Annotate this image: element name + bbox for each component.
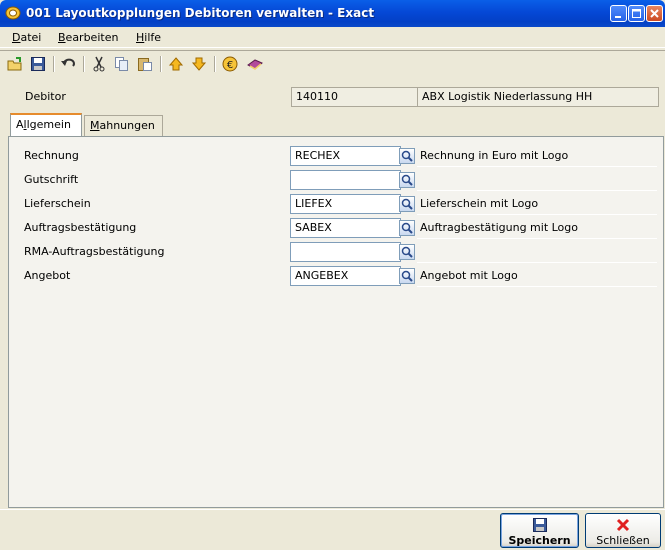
- maximize-icon: [632, 9, 641, 18]
- row-label-lieferschein: Lieferschein: [24, 197, 91, 210]
- tab-allgemein[interactable]: Allgemein: [10, 113, 82, 136]
- euro-icon: €: [222, 56, 238, 72]
- row-divider: [417, 214, 657, 215]
- close-icon: [650, 9, 659, 18]
- save-button-label: Speichern: [508, 534, 571, 547]
- close-window-button[interactable]: [646, 5, 663, 22]
- angebot-input[interactable]: ANGEBEX: [290, 266, 401, 286]
- tab-mahnungen[interactable]: Mahnungen: [84, 115, 163, 136]
- title-bar[interactable]: 001 Layoutkopplungen Debitoren verwalten…: [0, 0, 665, 27]
- minimize-button[interactable]: [610, 5, 627, 22]
- book-icon: [247, 59, 263, 70]
- row-label-angebot: Angebot: [24, 269, 71, 282]
- svg-text:€: €: [227, 60, 233, 71]
- menu-label: earbeiten: [65, 31, 119, 44]
- menu-bearbeiten[interactable]: Bearbeiten: [58, 31, 118, 44]
- debitor-label: Debitor: [25, 90, 66, 103]
- undo-button[interactable]: [58, 54, 78, 74]
- toolbar-separator: [53, 56, 55, 72]
- close-button-label: Schließen: [596, 534, 650, 547]
- debitor-panel: Debitor 140110 ABX Logistik Niederlassun…: [5, 81, 660, 112]
- save-disk-icon: [532, 518, 547, 532]
- menu-bar: Datei Bearbeiten Hilfe: [0, 27, 665, 48]
- auftragsbestaetigung-description: Auftragbestätigung mit Logo: [420, 221, 579, 234]
- cut-icon: [93, 56, 105, 72]
- save-disk-icon: [31, 57, 45, 71]
- row-divider: [417, 286, 657, 287]
- currency-button[interactable]: €: [220, 54, 240, 74]
- menu-label: atei: [20, 31, 42, 44]
- lookup-icon: [401, 270, 413, 282]
- lookup-icon: [401, 150, 413, 162]
- open-button[interactable]: [5, 54, 25, 74]
- row-label-gutschrift: Gutschrift: [24, 173, 79, 186]
- paste-button[interactable]: [135, 54, 155, 74]
- rechnung-input[interactable]: RECHEX: [290, 146, 401, 166]
- menu-accel: B: [58, 31, 66, 44]
- row-label-auftragsbestaetigung: Auftragsbestätigung: [24, 221, 137, 234]
- window-title: 001 Layoutkopplungen Debitoren verwalten…: [26, 6, 375, 20]
- debitor-name-field: ABX Logistik Niederlassung HH: [418, 87, 659, 107]
- close-button[interactable]: Schließen: [585, 513, 661, 548]
- rechnung-lookup-button[interactable]: [399, 148, 415, 164]
- copy-button[interactable]: [112, 54, 132, 74]
- menu-label: ilfe: [144, 31, 162, 44]
- toolbar: €: [0, 50, 665, 77]
- debitor-code-field: 140110: [291, 87, 418, 107]
- rma-auftragsbestaetigung-input[interactable]: [290, 242, 401, 262]
- maximize-button[interactable]: [628, 5, 645, 22]
- move-down-button[interactable]: [189, 54, 209, 74]
- save-toolbar-button[interactable]: [28, 54, 48, 74]
- tab-label-part: A: [16, 118, 24, 131]
- toolbar-separator: [160, 56, 162, 72]
- tab-label-part: lgemein: [26, 118, 71, 131]
- row-divider: [417, 238, 657, 239]
- rechnung-description: Rechnung in Euro mit Logo: [420, 149, 569, 162]
- toolbar-separator: [214, 56, 216, 72]
- lookup-icon: [401, 246, 413, 258]
- gutschrift-input[interactable]: [290, 170, 401, 190]
- arrow-down-icon: [191, 57, 207, 71]
- rma-auftragsbestaetigung-lookup-button[interactable]: [399, 244, 415, 260]
- arrow-up-icon: [168, 57, 184, 71]
- save-button[interactable]: Speichern: [500, 513, 579, 548]
- lieferschein-lookup-button[interactable]: [399, 196, 415, 212]
- lieferschein-input[interactable]: LIEFEX: [290, 194, 401, 214]
- auftragsbestaetigung-lookup-button[interactable]: [399, 220, 415, 236]
- open-folder-icon: [7, 57, 22, 71]
- angebot-lookup-button[interactable]: [399, 268, 415, 284]
- lookup-icon: [401, 198, 413, 210]
- cut-button[interactable]: [89, 54, 109, 74]
- tab-accel: M: [90, 119, 100, 132]
- row-label-rechnung: Rechnung: [24, 149, 79, 162]
- row-divider: [417, 262, 657, 263]
- row-label-rma-auftragsbestaetigung: RMA-Auftragsbestätigung: [24, 245, 165, 258]
- row-divider: [417, 190, 657, 191]
- lookup-icon: [401, 174, 413, 186]
- lookup-icon: [401, 222, 413, 234]
- close-x-icon: [616, 518, 630, 532]
- auftragsbestaetigung-input[interactable]: SABEX: [290, 218, 401, 238]
- book-button[interactable]: [245, 54, 265, 74]
- toolbar-separator: [83, 56, 85, 72]
- row-divider: [417, 166, 657, 167]
- tab-panel-allgemein: Rechnung RECHEX Rechnung in Euro mit Log…: [8, 136, 664, 508]
- tab-label-part: ahnungen: [99, 119, 155, 132]
- move-up-button[interactable]: [166, 54, 186, 74]
- angebot-description: Angebot mit Logo: [420, 269, 518, 282]
- minimize-icon: [615, 16, 621, 18]
- menu-hilfe[interactable]: Hilfe: [136, 31, 161, 44]
- menu-datei[interactable]: Datei: [12, 31, 41, 44]
- copy-icon: [115, 57, 128, 71]
- paste-icon: [138, 58, 152, 71]
- undo-icon: [61, 58, 75, 67]
- gutschrift-lookup-button[interactable]: [399, 172, 415, 188]
- button-bar: Speichern Schließen: [0, 509, 665, 550]
- app-icon: [5, 6, 21, 20]
- lieferschein-description: Lieferschein mit Logo: [420, 197, 539, 210]
